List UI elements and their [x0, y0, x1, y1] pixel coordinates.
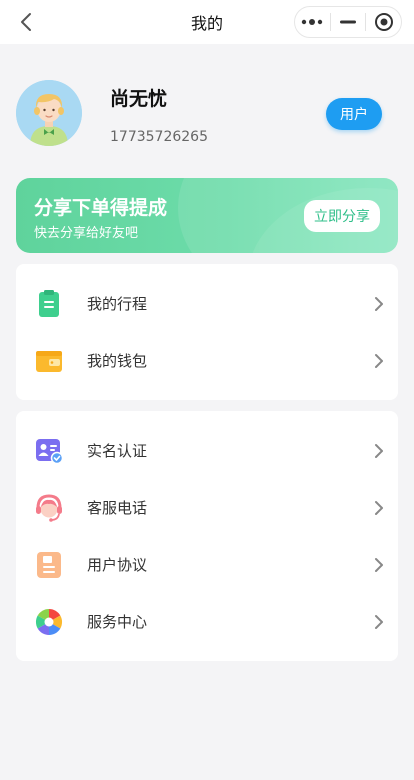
- close-target-icon[interactable]: [366, 7, 401, 37]
- menu-item-label: 服务中心: [87, 613, 148, 631]
- more-icon[interactable]: [295, 7, 330, 37]
- customer-service-icon: [34, 493, 64, 523]
- menu-item-real-name-auth[interactable]: 实名认证: [16, 423, 398, 479]
- menu-item-label: 实名认证: [87, 442, 148, 460]
- user-role-button[interactable]: 用户: [326, 98, 382, 130]
- banner-subtitle: 快去分享给好友吧: [34, 226, 139, 241]
- chevron-right-icon: [374, 556, 384, 574]
- nav-bar: 我的: [0, 0, 414, 44]
- avatar[interactable]: [16, 80, 82, 146]
- menu-item-user-agreement[interactable]: 用户协议: [16, 537, 398, 593]
- wallet-icon: [34, 346, 64, 376]
- page-title: 我的: [190, 14, 223, 33]
- back-icon[interactable]: [14, 10, 38, 34]
- id-verify-icon: [34, 436, 64, 466]
- menu-card-secondary: 实名认证 客服电话 用户协议 服务中心: [16, 411, 398, 661]
- user-profile: 尚无忧 17735726265 用户: [16, 80, 398, 148]
- user-name: 尚无忧: [110, 88, 168, 110]
- menu-item-customer-service[interactable]: 客服电话: [16, 480, 398, 536]
- menu-item-label: 客服电话: [87, 499, 148, 517]
- chevron-right-icon: [374, 442, 384, 460]
- chevron-right-icon: [374, 352, 384, 370]
- menu-item-itinerary[interactable]: 我的行程: [16, 276, 398, 332]
- itinerary-icon: [34, 289, 64, 319]
- share-banner[interactable]: 分享下单得提成 快去分享给好友吧 立即分享: [16, 178, 398, 253]
- user-phone: 17735726265: [110, 129, 208, 145]
- menu-item-label: 用户协议: [87, 556, 148, 574]
- chevron-right-icon: [374, 499, 384, 517]
- menu-item-label: 我的行程: [87, 295, 148, 313]
- menu-item-label: 我的钱包: [87, 352, 148, 370]
- mini-program-capsule: [294, 6, 402, 38]
- menu-item-service-center[interactable]: 服务中心: [16, 594, 398, 650]
- share-now-button[interactable]: 立即分享: [304, 200, 380, 232]
- minimize-icon[interactable]: [331, 7, 366, 37]
- menu-item-wallet[interactable]: 我的钱包: [16, 333, 398, 389]
- agreement-icon: [34, 550, 64, 580]
- chevron-right-icon: [374, 613, 384, 631]
- service-center-icon: [34, 607, 64, 637]
- menu-card-primary: 我的行程 我的钱包: [16, 264, 398, 400]
- chevron-right-icon: [374, 295, 384, 313]
- banner-title: 分享下单得提成: [34, 197, 168, 219]
